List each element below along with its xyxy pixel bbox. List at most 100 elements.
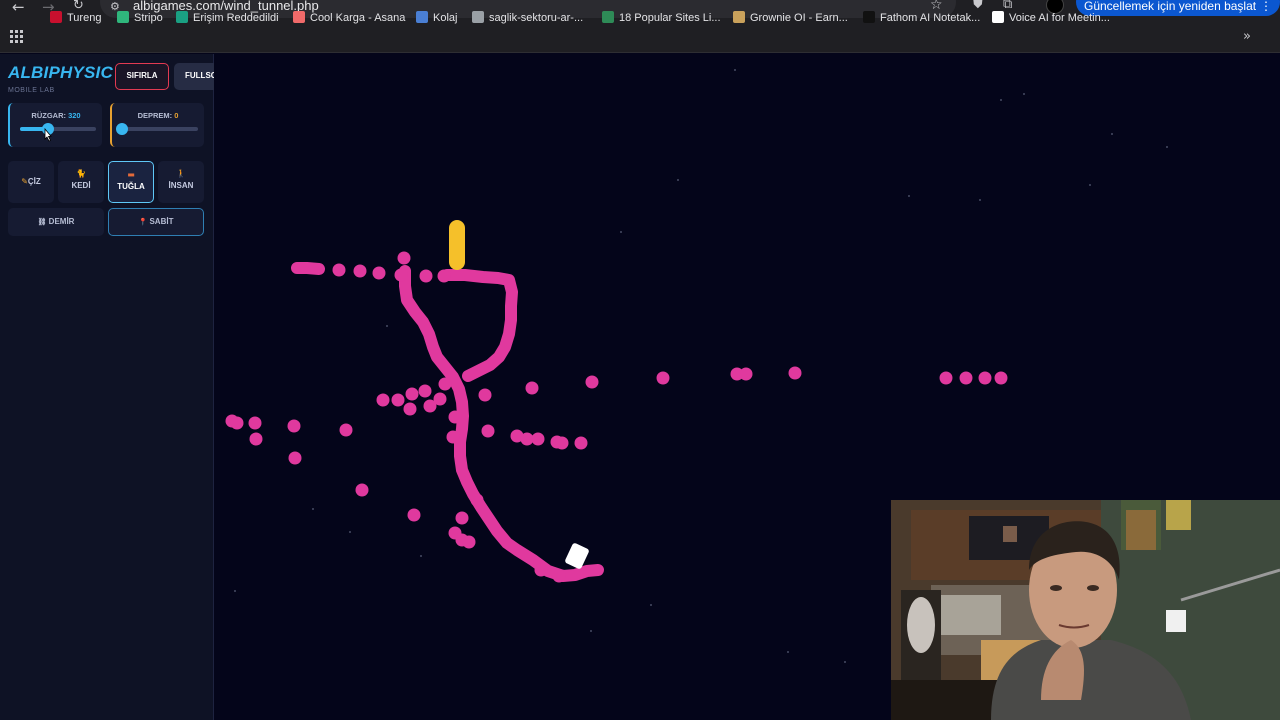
bookmark-favicon-icon [863, 11, 875, 23]
bookmark-label: Kolaj [433, 12, 458, 24]
pink-particle [446, 430, 460, 444]
bookmarks-bar [0, 20, 1280, 53]
quake-label-text: DEPREM: [137, 111, 173, 120]
yellow-block [449, 220, 465, 270]
pink-particle [230, 416, 244, 430]
bookmark-item[interactable]: Kolaj [416, 11, 457, 24]
pink-particle [656, 371, 670, 385]
bookmark-label: Erişim Reddedildi [193, 12, 279, 24]
bookmark-item[interactable]: Erişim Reddedildi [176, 11, 279, 24]
pink-particle [394, 268, 408, 282]
quake-slider-card: DEPREM: 0 [110, 103, 204, 147]
bookmark-item[interactable]: Tureng [50, 11, 101, 24]
pink-particle [287, 419, 301, 433]
back-icon[interactable]: ← [12, 0, 25, 16]
bookmark-favicon-icon [50, 11, 62, 23]
person-icon: 🚶 [176, 169, 186, 178]
pin-icon: 📍 [138, 218, 148, 226]
bookmark-label: Tureng [67, 12, 102, 24]
star-dot [349, 531, 351, 533]
star-dot [234, 590, 236, 592]
star-dot [386, 325, 388, 327]
star-dot [620, 231, 622, 233]
bookmark-label: saglik-sektoru-ar-... [489, 12, 584, 24]
menu-dots-icon[interactable]: ⋮ [1260, 0, 1272, 13]
reset-button[interactable]: SIFIRLA [115, 63, 169, 90]
pink-particle [585, 375, 599, 389]
particle-chain [399, 265, 604, 582]
pink-particle [531, 432, 545, 446]
pink-particle [574, 436, 588, 450]
fullscreen-button[interactable]: FULLSC [174, 63, 214, 90]
apps-grid-icon[interactable] [10, 30, 23, 43]
more-bookmarks-icon[interactable]: » [1243, 29, 1251, 44]
pink-particle [478, 388, 492, 402]
bookmark-item[interactable]: Cool Karga - Asana [293, 11, 405, 24]
pink-particle [939, 371, 953, 385]
app-subtitle: MOBILE LAB [8, 87, 55, 94]
star-dot [1111, 133, 1113, 135]
pink-particle [978, 371, 992, 385]
bookmark-favicon-icon [733, 11, 745, 23]
bookmark-item[interactable]: Voice AI for Meetin... [992, 11, 1110, 24]
star-dot [650, 604, 652, 606]
cat-icon: 🐈 [76, 169, 86, 178]
control-sidebar: ALBIPHYSIC MOBILE LAB SIFIRLA FULLSC RÜZ… [0, 54, 214, 720]
bookmark-item[interactable]: Grownie OI - Earn... [733, 11, 848, 24]
pink-particle [438, 377, 452, 391]
star-dot [677, 179, 679, 181]
pink-particle [788, 366, 802, 380]
pink-particle [470, 493, 484, 507]
bookmark-favicon-icon [176, 11, 188, 23]
bookmark-item[interactable]: 18 Popular Sites Li... [602, 11, 721, 24]
pink-particle [418, 384, 432, 398]
pink-particle [555, 436, 569, 450]
pink-particle [419, 269, 433, 283]
webcam-overlay [891, 500, 1280, 720]
fixed-button[interactable]: 📍 SABİT [108, 208, 204, 236]
brick-icon: ▬ [127, 170, 135, 179]
iron-button[interactable]: ⛓ DEMİR [8, 208, 104, 236]
quake-value: 0 [174, 111, 179, 120]
pink-particle [248, 416, 262, 430]
wind-label-text: RÜZGAR: [31, 111, 66, 120]
star-dot [1089, 184, 1091, 186]
pink-particle [288, 451, 302, 465]
pink-particle [455, 511, 469, 525]
pink-particle [403, 402, 417, 416]
bookmark-label: Voice AI for Meetin... [1009, 12, 1110, 24]
tool-human[interactable]: 🚶 İNSAN [158, 161, 204, 203]
pink-particle [249, 432, 263, 446]
pink-particle [339, 423, 353, 437]
pink-particle [391, 393, 405, 407]
tool-draw[interactable]: ✎ÇİZ [8, 161, 54, 203]
pink-particle [332, 263, 346, 277]
mouse-cursor-icon [44, 128, 52, 142]
quake-slider[interactable] [116, 123, 198, 135]
bookmark-favicon-icon [293, 11, 305, 23]
star-dot [787, 651, 789, 653]
bookmark-label: 18 Popular Sites Li... [619, 12, 721, 24]
star-dot [734, 69, 736, 71]
pink-particle [481, 424, 495, 438]
bookmark-favicon-icon [416, 11, 428, 23]
particle-chain [291, 262, 325, 275]
quake-slider-thumb[interactable] [116, 123, 128, 135]
star-dot [908, 195, 910, 197]
bookmark-item[interactable]: Fathom AI Notetak... [863, 11, 980, 24]
star-dot [1023, 93, 1025, 95]
tool-brick[interactable]: ▬ TUĞLA [108, 161, 154, 203]
bookmark-favicon-icon [117, 11, 129, 23]
bookmark-item[interactable]: Stripo [117, 11, 163, 24]
tool-cat[interactable]: 🐈 KEDİ [58, 161, 104, 203]
wind-slider[interactable] [20, 123, 96, 135]
tool-human-label: İNSAN [168, 181, 194, 190]
pink-particle [433, 392, 447, 406]
particle-chain [441, 269, 518, 382]
pink-particle [462, 535, 476, 549]
bookmark-label: Grownie OI - Earn... [750, 12, 848, 24]
pink-particle [355, 483, 369, 497]
webcam-video [891, 500, 1280, 720]
star-dot [844, 661, 846, 663]
bookmark-item[interactable]: saglik-sektoru-ar-... [472, 11, 583, 24]
